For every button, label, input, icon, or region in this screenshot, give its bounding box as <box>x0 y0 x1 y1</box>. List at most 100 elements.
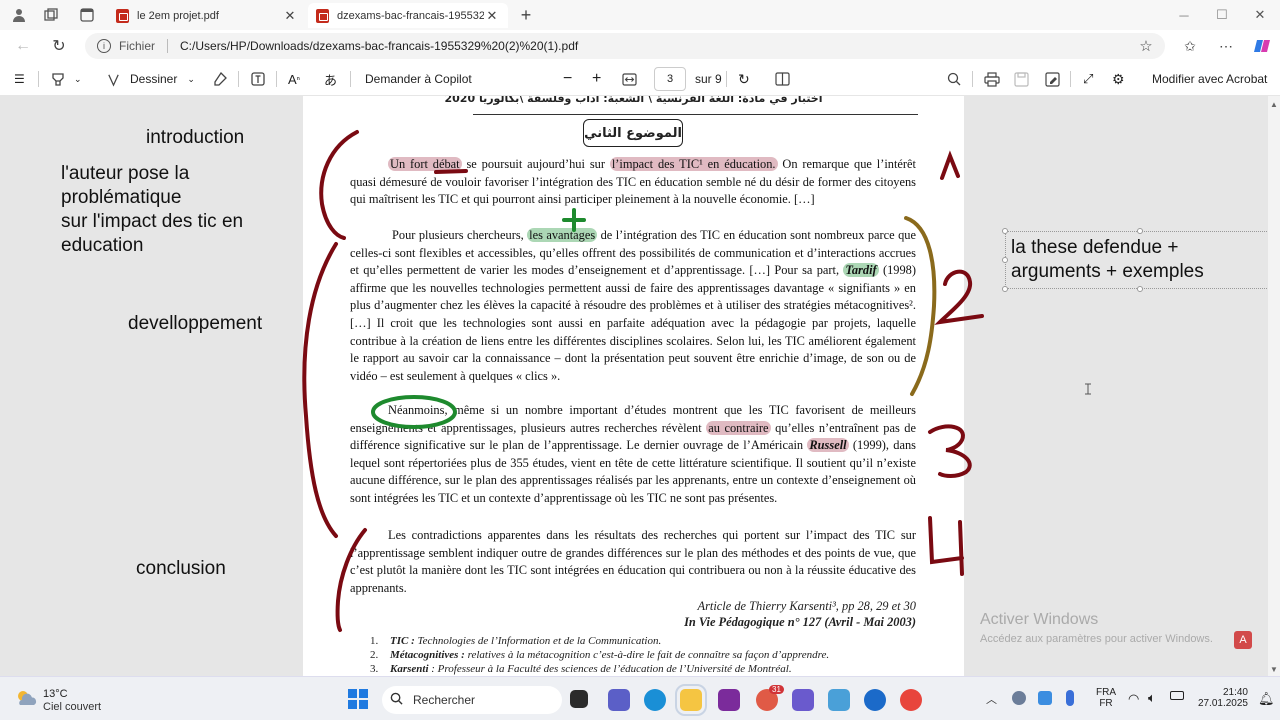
onenote-icon[interactable] <box>718 689 740 711</box>
favorite-star-icon[interactable]: ☆ <box>1137 37 1155 55</box>
resize-handle[interactable] <box>1137 228 1143 234</box>
favorites-icon[interactable]: ✩ <box>1181 37 1199 55</box>
save-icon[interactable] <box>1014 70 1029 88</box>
resize-handle[interactable] <box>1002 228 1008 234</box>
weather-icon[interactable] <box>14 688 38 711</box>
annotation-textbox[interactable]: la these defendue + arguments + exemples <box>1005 231 1268 289</box>
weather-desc[interactable]: Ciel couvert <box>43 701 101 713</box>
zoom-out-icon[interactable]: − <box>563 70 572 88</box>
citation-line-2: In Vie Pédagogique n° 127 (Avril - Mai 2… <box>684 615 916 629</box>
ask-copilot-button[interactable]: Demander à Copilot <box>365 70 472 88</box>
language-bottom: FR <box>1099 698 1113 709</box>
search-icon <box>390 692 403 708</box>
page-total: sur 9 <box>695 72 722 86</box>
settings-gear-icon[interactable]: ⚙ <box>1112 70 1125 88</box>
note-developpement[interactable]: develloppement <box>128 312 262 336</box>
app-window: { "browser": { "tabs": [ {"title": "le 2… <box>0 0 1280 720</box>
back-arrow-icon[interactable]: ← <box>14 37 32 55</box>
zoom-icon[interactable] <box>864 689 886 711</box>
new-tab-button[interactable]: + <box>516 5 536 25</box>
acrobat-icon[interactable]: A <box>1234 631 1252 649</box>
note-conclusion[interactable]: conclusion <box>136 557 226 581</box>
tab-le-2em-projet[interactable]: le 2em projet.pdf ✕ <box>108 3 306 28</box>
address-bar: ← ↻ i Fichier C:/Users/HP/Downloads/dzex… <box>0 30 1280 62</box>
highlight: Un fort débat <box>388 157 462 171</box>
fullscreen-icon[interactable]: ⤢ <box>1083 70 1093 88</box>
close-window-button[interactable]: ✕ <box>1252 6 1268 24</box>
start-icon[interactable] <box>348 689 368 712</box>
divider <box>167 39 169 53</box>
eraser-icon[interactable] <box>212 70 228 88</box>
highlight-icon[interactable]: ⌄ <box>50 70 82 88</box>
tab-dzexams[interactable]: dzexams-bac-francais-1955329 (2 ✕ <box>308 3 508 28</box>
save-as-icon[interactable] <box>1045 70 1060 88</box>
taskbar-search[interactable]: Rechercher <box>382 686 562 714</box>
workspaces-icon[interactable] <box>42 6 60 24</box>
resize-handle[interactable] <box>1002 286 1008 292</box>
chevron-down-icon[interactable]: ⌄ <box>187 74 195 85</box>
more-menu-icon[interactable]: ⋯ <box>1217 37 1235 55</box>
header-rule <box>473 114 918 115</box>
chrome-icon[interactable] <box>900 689 922 711</box>
snipping-tool-icon[interactable] <box>828 689 850 711</box>
fit-page-icon[interactable] <box>622 70 637 88</box>
note-problematique[interactable]: l'auteur pose la problématique sur l'imp… <box>61 162 301 258</box>
info-icon[interactable]: i <box>97 39 111 53</box>
divider <box>350 71 351 87</box>
rotate-icon[interactable]: ↻ <box>738 70 750 88</box>
refresh-app-icon[interactable] <box>1038 691 1052 705</box>
vertical-scrollbar[interactable]: ▲ ▼ <box>1268 96 1280 676</box>
note-introduction[interactable]: introduction <box>146 126 244 150</box>
pdf-icon <box>316 8 329 23</box>
page-number-input[interactable]: 3 <box>654 67 686 91</box>
wifi-icon[interactable]: ◠ <box>1128 691 1139 707</box>
print-icon[interactable] <box>984 70 1000 88</box>
copilot-icon[interactable] <box>1253 37 1271 55</box>
weather-temp[interactable]: 13°C <box>43 688 68 700</box>
clock[interactable]: 21:40 27.01.2025 <box>1188 687 1248 709</box>
pdf-viewer[interactable]: اختبار في مادة: اللغة الفرنسية \ الشعبة:… <box>0 96 1268 676</box>
task-view-icon[interactable] <box>570 690 588 708</box>
scroll-up-icon[interactable]: ▲ <box>1270 100 1278 109</box>
add-text-icon[interactable] <box>250 70 266 88</box>
scroll-down-icon[interactable]: ▼ <box>1270 665 1278 674</box>
refresh-icon[interactable]: ↻ <box>50 37 68 55</box>
highlight-green: les avantages <box>527 228 598 242</box>
profile-icon[interactable] <box>10 6 28 24</box>
maximize-button[interactable]: ☐ <box>1214 6 1230 24</box>
notifications-bell-icon[interactable]: 🔔︎ <box>1258 691 1275 707</box>
search-icon[interactable] <box>947 70 961 88</box>
teams-icon[interactable] <box>608 689 630 711</box>
zoom-in-icon[interactable]: + <box>592 70 601 88</box>
contents-icon[interactable]: ☰ <box>14 70 25 88</box>
url-text[interactable]: C:/Users/HP/Downloads/dzexams-bac-franca… <box>180 39 578 53</box>
microphone-icon[interactable] <box>1066 690 1074 706</box>
resize-handle[interactable] <box>1137 286 1143 292</box>
video-editor-icon[interactable] <box>792 689 814 711</box>
chevron-down-icon[interactable]: ⌄ <box>74 74 82 85</box>
cloud-sync-icon[interactable] <box>1012 691 1026 705</box>
tray-chevron-icon[interactable]: ︿ <box>986 691 997 707</box>
minimize-button[interactable]: ─ <box>1176 6 1192 24</box>
scheme-label: Fichier <box>119 39 156 53</box>
battery-icon[interactable] <box>1170 691 1184 700</box>
language-indicator[interactable]: FRA FR <box>1096 687 1116 709</box>
pdf-page: اختبار في مادة: اللغة الفرنسية \ الشعبة:… <box>303 96 964 676</box>
text: Pour plusieurs chercheurs, <box>392 228 528 242</box>
resize-handle[interactable] <box>1002 257 1008 263</box>
pdf-toolbar: ☰ ⌄ Dessiner ⌄ Aⁿ あ Demander à Copilot −… <box>0 62 1280 96</box>
draw-button[interactable]: Dessiner ⌄ <box>106 70 195 88</box>
translate-icon[interactable]: あ <box>324 70 337 88</box>
volume-icon[interactable]: 🔈︎ <box>1148 690 1156 706</box>
url-field[interactable]: i Fichier C:/Users/HP/Downloads/dzexams-… <box>85 33 1165 59</box>
read-aloud-icon[interactable]: Aⁿ <box>288 70 300 88</box>
file-explorer-icon[interactable] <box>675 684 707 716</box>
tab-close-icon[interactable]: ✕ <box>282 8 298 24</box>
tab-title: dzexams-bac-francais-1955329 (2 <box>337 9 484 22</box>
edge-icon[interactable] <box>644 689 666 711</box>
search-placeholder: Rechercher <box>413 693 476 707</box>
tab-close-icon[interactable]: ✕ <box>484 8 500 24</box>
page-view-icon[interactable] <box>775 70 790 88</box>
edit-with-acrobat-button[interactable]: Modifier avec Acrobat <box>1152 70 1267 88</box>
vertical-tabs-icon[interactable] <box>78 6 96 24</box>
